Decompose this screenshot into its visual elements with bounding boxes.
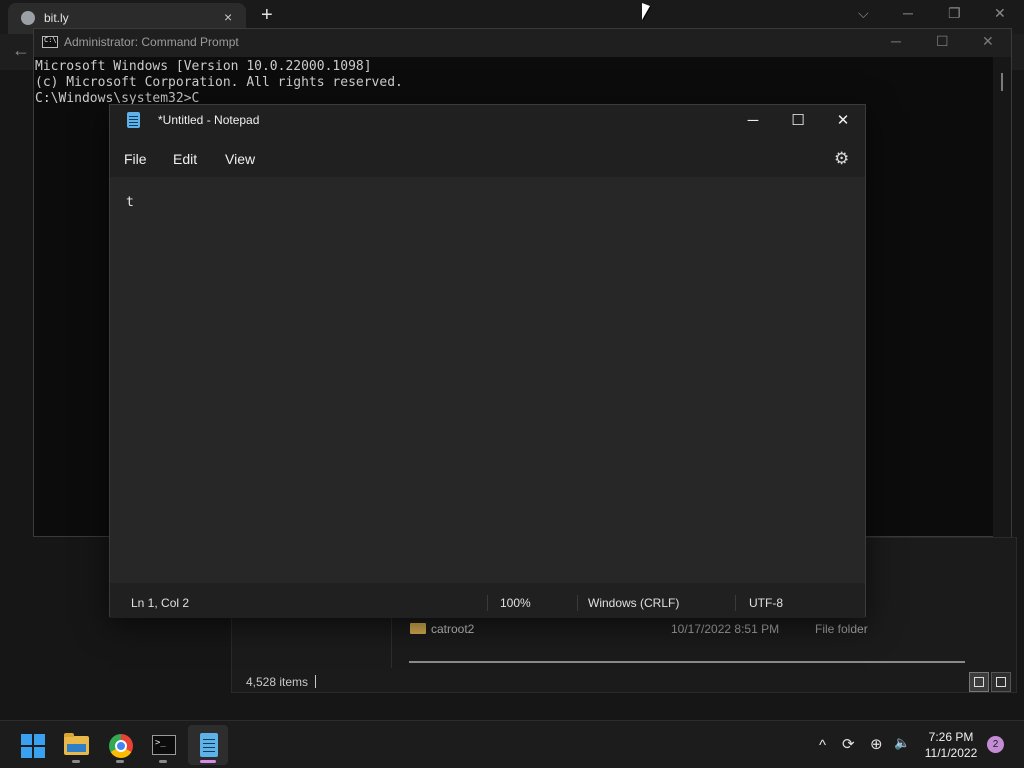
running-indicator bbox=[159, 760, 167, 763]
menu-view[interactable]: View bbox=[225, 151, 255, 167]
network-icon[interactable]: ⊕ bbox=[870, 735, 883, 753]
notepad-menubar: File Edit View ⚙ bbox=[110, 141, 865, 175]
settings-gear-icon[interactable]: ⚙ bbox=[834, 149, 849, 169]
status-separator bbox=[735, 595, 736, 611]
folder-icon bbox=[410, 623, 426, 634]
console-line: Microsoft Windows [Version 10.0.22000.10… bbox=[35, 59, 372, 74]
zoom-level: 100% bbox=[500, 596, 531, 610]
file-modified-date: 10/17/2022 8:51 PM bbox=[671, 622, 780, 636]
console-line: (c) Microsoft Corporation. All rights re… bbox=[35, 75, 403, 90]
cmd-maximize-button[interactable]: ☐ bbox=[936, 33, 949, 50]
running-indicator bbox=[116, 760, 124, 763]
file-name: catroot2 bbox=[431, 622, 475, 636]
cmd-close-button[interactable]: ✕ bbox=[982, 33, 994, 50]
encoding: UTF-8 bbox=[749, 596, 783, 610]
details-view-button[interactable] bbox=[969, 672, 989, 692]
sync-icon[interactable]: ⟳ bbox=[842, 735, 855, 753]
notepad-close-button[interactable]: ✕ bbox=[820, 109, 866, 133]
notification-badge[interactable]: 2 bbox=[987, 736, 1004, 753]
cmd-icon bbox=[42, 36, 58, 48]
terminal-icon bbox=[152, 735, 176, 755]
cmd-scrollbar[interactable] bbox=[993, 57, 1011, 537]
mouse-cursor-icon bbox=[642, 3, 650, 20]
cmd-titlebar[interactable]: Administrator: Command Prompt ─ ☐ ✕ bbox=[34, 29, 1011, 57]
chrome-icon bbox=[109, 734, 133, 758]
preview-view-icon bbox=[996, 677, 1006, 687]
tab-close-button[interactable]: × bbox=[224, 9, 232, 25]
line-ending: Windows (CRLF) bbox=[588, 596, 680, 610]
menu-edit[interactable]: Edit bbox=[173, 151, 197, 167]
status-divider bbox=[315, 675, 316, 688]
notepad-editor[interactable]: t bbox=[110, 177, 865, 583]
running-indicator bbox=[72, 760, 80, 763]
windows-logo-icon bbox=[21, 734, 45, 758]
details-view-icon bbox=[974, 677, 984, 687]
notepad-icon bbox=[200, 733, 218, 757]
browser-tab-title: bit.ly bbox=[44, 11, 69, 25]
cmd-title: Administrator: Command Prompt bbox=[64, 35, 239, 49]
notepad-title: *Untitled - Notepad bbox=[158, 113, 260, 127]
item-count: 4,528 items bbox=[246, 675, 309, 689]
taskbar-notepad[interactable] bbox=[188, 725, 228, 765]
clock-date: 11/1/2022 bbox=[924, 746, 978, 760]
cmd-minimize-button[interactable]: ─ bbox=[891, 33, 901, 49]
cmd-console[interactable]: Microsoft Windows [Version 10.0.22000.10… bbox=[35, 59, 403, 107]
globe-icon bbox=[21, 11, 35, 25]
taskbar-chrome[interactable] bbox=[100, 725, 140, 765]
nav-pane-divider[interactable] bbox=[391, 618, 392, 668]
status-separator bbox=[487, 595, 488, 611]
back-arrow-icon[interactable]: ← bbox=[12, 40, 30, 61]
browser-restore-button[interactable]: ❐ bbox=[948, 5, 961, 22]
status-separator bbox=[577, 595, 578, 611]
notepad-maximize-button[interactable]: ☐ bbox=[775, 109, 821, 133]
taskbar: ^ ⟳ ⊕ 🔈 7:26 PM 11/1/2022 2 bbox=[0, 720, 1024, 768]
notepad-titlebar[interactable]: *Untitled - Notepad ─ ☐ ✕ bbox=[110, 105, 865, 137]
notepad-icon bbox=[127, 112, 140, 128]
tray-overflow-chevron-icon[interactable]: ^ bbox=[819, 737, 826, 754]
folder-icon bbox=[64, 733, 89, 755]
tab-search-icon[interactable]: ⌵ bbox=[858, 5, 869, 22]
browser-close-button[interactable]: ✕ bbox=[994, 5, 1006, 22]
clock[interactable]: 7:26 PM 11/1/2022 bbox=[918, 729, 984, 761]
menu-file[interactable]: File bbox=[124, 151, 147, 167]
new-tab-button[interactable]: + bbox=[261, 4, 273, 27]
notepad-statusbar: Ln 1, Col 2 100% Windows (CRLF) UTF-8 bbox=[110, 585, 865, 618]
clock-time: 7:26 PM bbox=[928, 730, 974, 744]
start-button[interactable] bbox=[12, 725, 52, 765]
volume-icon[interactable]: 🔈 bbox=[894, 735, 910, 751]
browser-minimize-button[interactable]: ─ bbox=[903, 5, 913, 21]
taskbar-file-explorer[interactable] bbox=[56, 725, 96, 765]
editor-text: t bbox=[126, 195, 134, 210]
file-type: File folder bbox=[815, 622, 868, 636]
cursor-position: Ln 1, Col 2 bbox=[131, 596, 190, 610]
notepad-window: *Untitled - Notepad ─ ☐ ✕ File Edit View… bbox=[109, 104, 866, 618]
preview-view-button[interactable] bbox=[991, 672, 1011, 692]
file-row[interactable]: catroot2 10/17/2022 8:51 PM File folder bbox=[410, 620, 1000, 738]
horizontal-scrollbar[interactable] bbox=[409, 661, 965, 663]
cmd-scrollbar-thumb[interactable] bbox=[1001, 73, 1003, 91]
notepad-minimize-button[interactable]: ─ bbox=[730, 109, 776, 133]
taskbar-command-prompt[interactable] bbox=[143, 725, 183, 765]
active-indicator bbox=[200, 760, 216, 763]
